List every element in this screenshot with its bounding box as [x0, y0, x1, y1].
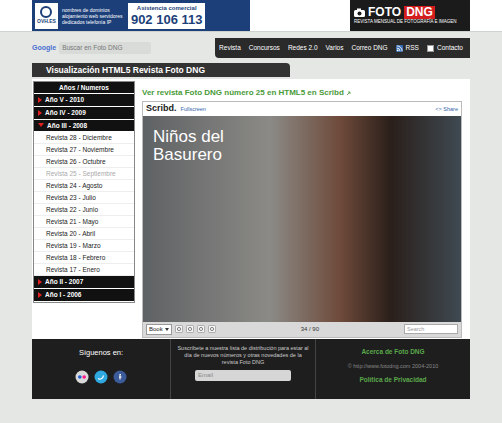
page-title: Visualización HTML5 Revista Foto DNG [32, 63, 290, 77]
rss-icon [396, 45, 403, 52]
issue-item[interactable]: Revista 28 - Diciembre [34, 132, 134, 144]
scribd-link[interactable]: Ver revista Foto DNG número 25 en HTML5 … [142, 86, 469, 100]
contact-icon [427, 45, 434, 52]
ad-banner[interactable]: OVH.ESnombres de dominios alojamiento we… [32, 0, 250, 31]
issue-item[interactable]: Revista 24 - Agosto [34, 180, 134, 192]
facebook-icon[interactable] [113, 370, 127, 384]
issue-item[interactable]: Revista 27 - Noviembre [34, 144, 134, 156]
social-section: Síguenos en: [32, 339, 170, 399]
year-row[interactable]: Año I - 2006 [34, 289, 134, 301]
viewer-toolbar: Book 34 / 90 Search [143, 322, 461, 337]
site-logo[interactable]: FOTODNGREVISTA MENSUAL DE FOTOGRAFÍA E I… [350, 0, 470, 31]
nav-item[interactable]: Redes 2.0 [284, 43, 322, 53]
flickr-icon[interactable] [75, 370, 89, 384]
year-row[interactable]: Año V - 2010 [34, 94, 134, 106]
issue-item[interactable]: Revista 25 - Septiembre [34, 168, 134, 180]
page-counter: 34 / 90 [301, 325, 319, 334]
mode-select[interactable]: Book [146, 324, 172, 335]
ovh-logo-icon [38, 6, 54, 18]
twitter-icon[interactable] [94, 370, 108, 384]
nav-item[interactable]: Revista [215, 43, 245, 53]
year-row[interactable]: Año IV - 2009 [34, 107, 134, 119]
issue-item[interactable]: Revista 26 - Octubre [34, 156, 134, 168]
about-link[interactable]: Acerca de Foto DNG [361, 347, 424, 357]
nav-item[interactable]: Contacto [423, 43, 467, 53]
scribd-viewer: Scribd.Fullscreen<> ShareNiños del Basur… [142, 101, 462, 338]
expanded-arrow-icon [38, 123, 44, 127]
subscribe-section: Suscríbete a nuestra lista de distribuci… [170, 339, 316, 399]
search-input[interactable]: Buscar en Foto DNG [59, 42, 151, 54]
issue-item[interactable]: Revista 20 - Abril [34, 228, 134, 240]
search-box: GoogleBuscar en Foto DNG [32, 42, 151, 54]
external-link-icon [346, 91, 351, 96]
camera-icon [354, 8, 365, 17]
issue-item[interactable]: Revista 21 - Mayo [34, 216, 134, 228]
page-icon[interactable] [197, 325, 205, 333]
nav-row: GoogleBuscar en Foto DNG RevistaConcursos… [32, 38, 470, 58]
nav-item[interactable]: Concursos [245, 43, 284, 53]
nav-item[interactable]: Varios [322, 43, 348, 53]
main-nav: RevistaConcursosRedes 2.0VariosCorreo DN… [215, 38, 470, 58]
issue-item[interactable]: Revista 19 - Marzo [34, 240, 134, 252]
issue-item[interactable]: Revista 22 - Junio [34, 204, 134, 216]
year-row[interactable]: Año II - 2007 [34, 276, 134, 288]
collapsed-arrow-icon [38, 279, 42, 285]
grid-icon[interactable] [208, 325, 216, 333]
year-row[interactable]: Año III - 2008 [34, 120, 134, 132]
fullscreen-link[interactable]: Fullscreen [181, 105, 206, 113]
issue-item[interactable]: Revista 18 - Febrero [34, 252, 134, 264]
header: OVH.ESnombres de dominios alojamiento we… [0, 0, 502, 32]
about-section: Acerca de Foto DNG© http://www.fotodng.c… [316, 339, 470, 399]
collapsed-arrow-icon [38, 97, 42, 103]
share-link[interactable]: <> Share [435, 105, 458, 113]
privacy-link[interactable]: Política de Privacidad [359, 375, 426, 385]
nav-item[interactable]: RSS [392, 43, 423, 53]
viewer-header: Scribd.Fullscreen<> Share [143, 102, 461, 116]
collapsed-arrow-icon [38, 292, 42, 298]
nav-item[interactable]: Correo DNG [347, 43, 391, 53]
issue-item[interactable]: Revista 23 - Julio [34, 192, 134, 204]
viewer-column: Ver revista Foto DNG número 25 en HTML5 … [135, 81, 469, 339]
collapsed-arrow-icon [38, 110, 42, 116]
main-content: Años / NumerosAño V - 2010Año IV - 2009A… [32, 79, 470, 339]
email-input[interactable]: Email [195, 370, 291, 381]
magazine-cover: Niños del Basurero [143, 116, 461, 322]
page: OVH.ESnombres de dominios alojamiento we… [0, 0, 502, 423]
sidebar-title: Años / Numeros [34, 82, 134, 93]
issue-item[interactable]: Revista 17 - Enero [34, 264, 134, 276]
zoom-out-icon[interactable] [186, 325, 194, 333]
sidebar: Años / NumerosAño V - 2010Año IV - 2009A… [33, 81, 135, 303]
viewer-search[interactable]: Search [404, 324, 458, 334]
zoom-in-icon[interactable] [175, 325, 183, 333]
footer: Síguenos en:Suscríbete a nuestra lista d… [32, 339, 470, 399]
